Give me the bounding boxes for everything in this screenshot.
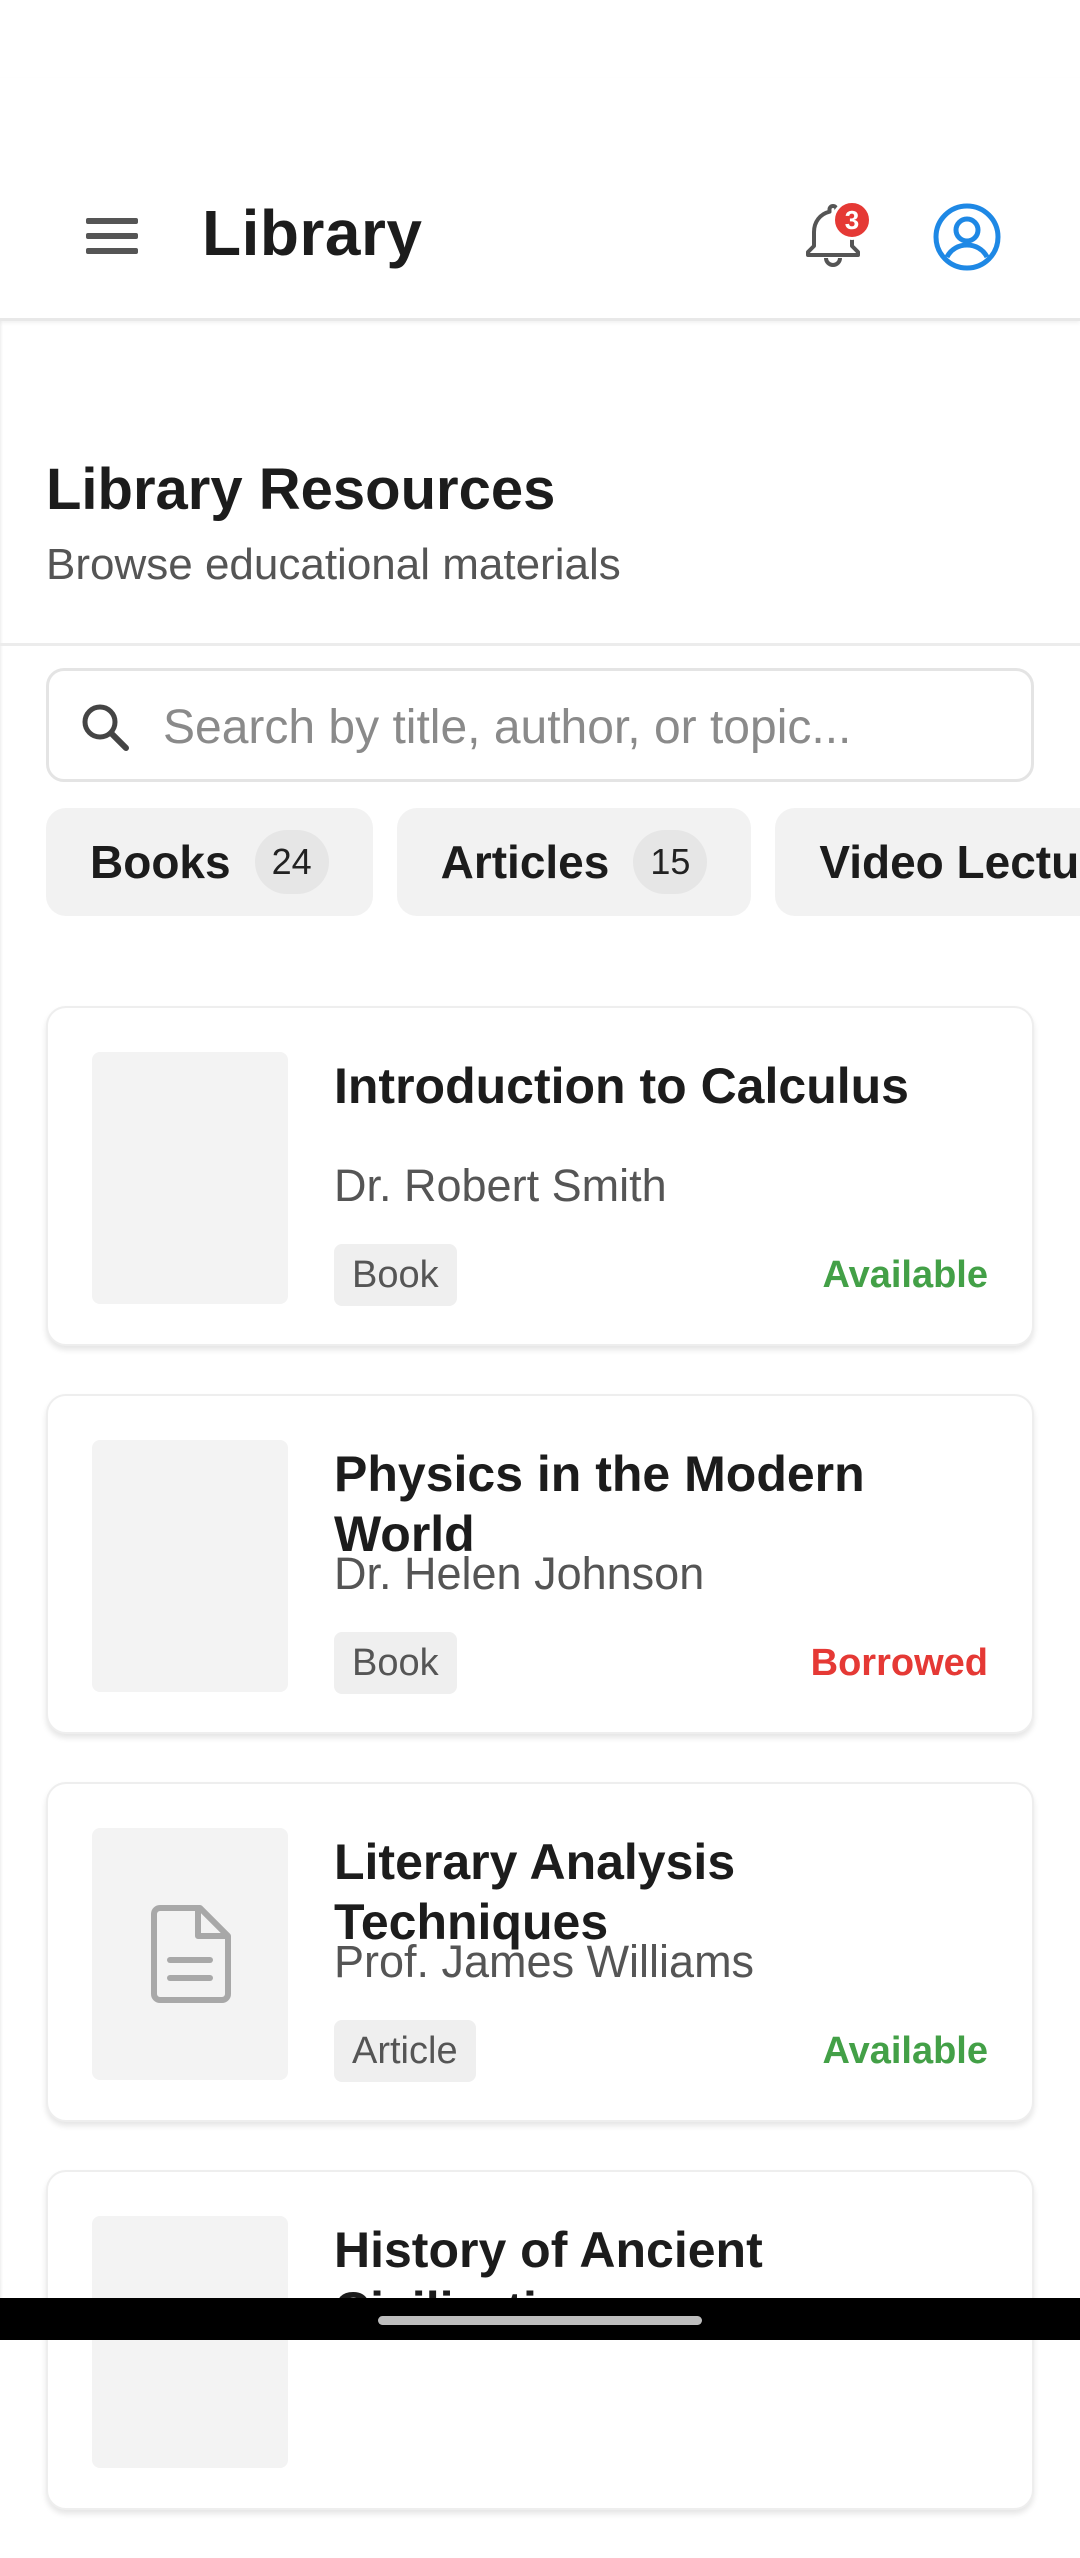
resource-status: Available [822, 2030, 988, 2072]
resource-card[interactable]: Physics in the Modern World Dr. Helen Jo… [46, 1394, 1034, 1734]
resource-author: Prof. James Williams [334, 1936, 755, 1987]
resource-status: Available [822, 1254, 988, 1296]
page-subtitle: Browse educational materials [46, 540, 621, 589]
resource-type-tag: Article [334, 2020, 476, 2082]
filter-chip-books[interactable]: Books 24 [46, 808, 373, 916]
chip-count: 24 [254, 830, 329, 894]
resource-thumbnail [92, 1440, 288, 1692]
system-navigation-bar [0, 2298, 1080, 2340]
resource-title: Physics in the Modern World [334, 1446, 865, 1562]
app-bar: Library [0, 78, 1080, 321]
resource-card[interactable]: Literary Analysis Techniques Prof. James… [46, 1782, 1034, 2122]
filter-chips: Books 24 Articles 15 Video Lectures [46, 808, 1080, 916]
chip-label: Books [90, 836, 231, 888]
menu-icon [86, 218, 138, 254]
resource-status: Borrowed [810, 1642, 988, 1684]
page-title: Library Resources [46, 457, 556, 522]
resource-thumbnail [92, 1052, 288, 1304]
page-header: Library Resources Browse educational mat… [0, 318, 1080, 646]
document-icon [151, 1905, 231, 2003]
home-gesture-handle[interactable] [378, 2316, 702, 2325]
app-title: Library [202, 197, 423, 269]
resource-title: Introduction to Calculus [334, 1058, 909, 1114]
profile-button[interactable] [931, 201, 1003, 273]
chip-label: Video Lectures [819, 836, 1080, 888]
resource-card[interactable]: Introduction to Calculus Dr. Robert Smit… [46, 1006, 1034, 1346]
resource-title: Literary Analysis Techniques [334, 1834, 736, 1950]
chip-count: 15 [633, 830, 708, 894]
filter-chip-video-lectures[interactable]: Video Lectures [775, 808, 1080, 916]
resource-type-tag: Book [334, 1632, 457, 1694]
resource-author: Dr. Helen Johnson [334, 1548, 705, 1599]
search-box[interactable] [46, 668, 1034, 782]
account-circle-icon [933, 203, 1001, 271]
resource-type-tag: Book [334, 1244, 457, 1306]
search-icon [82, 704, 129, 751]
notification-badge: 3 [832, 200, 872, 240]
filter-chip-articles[interactable]: Articles 15 [396, 808, 752, 916]
resource-thumbnail [92, 1828, 288, 2080]
resource-card[interactable]: History of Ancient Civilizations [46, 2170, 1034, 2510]
menu-button[interactable] [76, 200, 148, 272]
chip-label: Articles [440, 836, 610, 888]
status-bar [0, 0, 1080, 78]
resource-author: Dr. Robert Smith [334, 1160, 667, 1211]
search-input[interactable] [161, 691, 1015, 763]
resource-thumbnail [92, 2216, 288, 2468]
